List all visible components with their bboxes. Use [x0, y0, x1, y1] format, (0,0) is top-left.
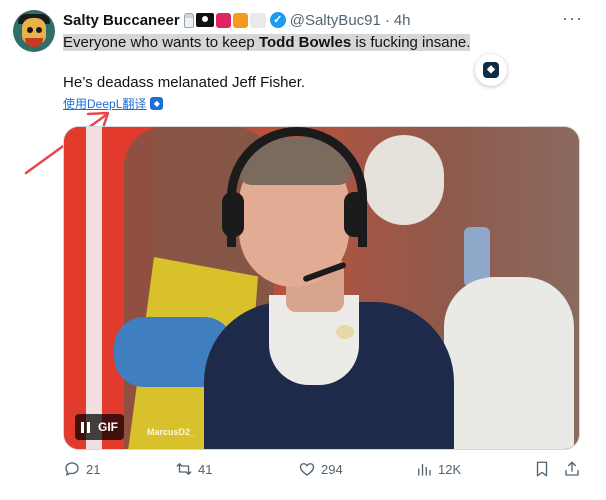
tweet-text-part: is fucking insane. — [351, 34, 471, 51]
user-handle[interactable]: @SaltyBuc91 — [290, 12, 381, 29]
gif-watermark: MarcusD2_ — [147, 427, 196, 437]
tweet-text-line-2: He’s deadass melanated Jeff Fisher. — [63, 74, 306, 91]
deepl-icon: ◆ — [483, 62, 499, 78]
avatar-eye — [36, 27, 42, 33]
avatar[interactable] — [13, 10, 55, 52]
gif-jacket-logo — [336, 325, 354, 339]
display-name[interactable]: Salty Buccaneer — [63, 12, 180, 29]
views-count: 12K — [438, 461, 462, 477]
white-square-emoji-icon — [249, 12, 266, 28]
gif-headset-earcup — [222, 192, 244, 237]
gif-media[interactable]: GIF MarcusD2_ — [63, 126, 580, 450]
reply-count: 21 — [86, 461, 101, 477]
gif-headset-earcup — [344, 192, 366, 237]
tweet-text-bold: Todd Bowles — [258, 34, 352, 51]
bookmark-icon — [536, 461, 548, 477]
avatar-eye — [27, 27, 33, 33]
views-button[interactable]: 12K — [415, 460, 461, 478]
salt-shaker-emoji-icon — [183, 12, 194, 28]
gif-player-jersey — [444, 277, 574, 449]
retweet-icon — [176, 463, 192, 475]
deepl-small-icon: ◆ — [150, 97, 164, 110]
reply-button[interactable]: 21 — [63, 460, 100, 478]
pause-icon[interactable] — [81, 421, 90, 433]
deepl-translate-button[interactable]: ◆ — [475, 54, 507, 86]
views-bar-chart-icon — [418, 463, 431, 476]
tweet-text-part: Everyone who wants to keep — [63, 34, 259, 51]
red-square-emoji-icon — [215, 12, 231, 28]
tweet-header: Salty Buccaneer ✓ @SaltyBuc91 · 4h — [63, 10, 411, 30]
gif-controls: GIF — [75, 414, 124, 440]
gif-label: GIF — [98, 420, 118, 434]
tweet-text-line-1: Everyone who wants to keep Todd Bowles i… — [63, 33, 471, 53]
heart-icon — [299, 463, 315, 476]
more-icon[interactable]: ··· — [562, 9, 582, 31]
like-count: 294 — [321, 461, 343, 477]
profile-badges — [183, 12, 266, 28]
avatar-beard — [25, 38, 43, 47]
timestamp[interactable]: 4h — [394, 12, 411, 29]
action-bar: 21 41 294 12K — [63, 460, 583, 484]
pirate-flag-emoji-icon — [195, 13, 214, 27]
like-button[interactable]: 294 — [298, 460, 343, 478]
retweet-button[interactable]: 41 — [175, 460, 212, 478]
reply-icon — [65, 462, 79, 476]
share-icon — [565, 461, 579, 476]
separator-dot: · — [384, 11, 390, 29]
retweet-count: 41 — [198, 461, 213, 477]
tweet: Salty Buccaneer ✓ @SaltyBuc91 · 4h ··· E… — [0, 0, 606, 500]
gif-player-helmet — [364, 135, 444, 225]
bookmark-button[interactable] — [533, 460, 551, 478]
verified-check-icon[interactable]: ✓ — [269, 12, 286, 28]
orange-square-emoji-icon — [232, 12, 248, 28]
share-button[interactable] — [563, 460, 581, 478]
